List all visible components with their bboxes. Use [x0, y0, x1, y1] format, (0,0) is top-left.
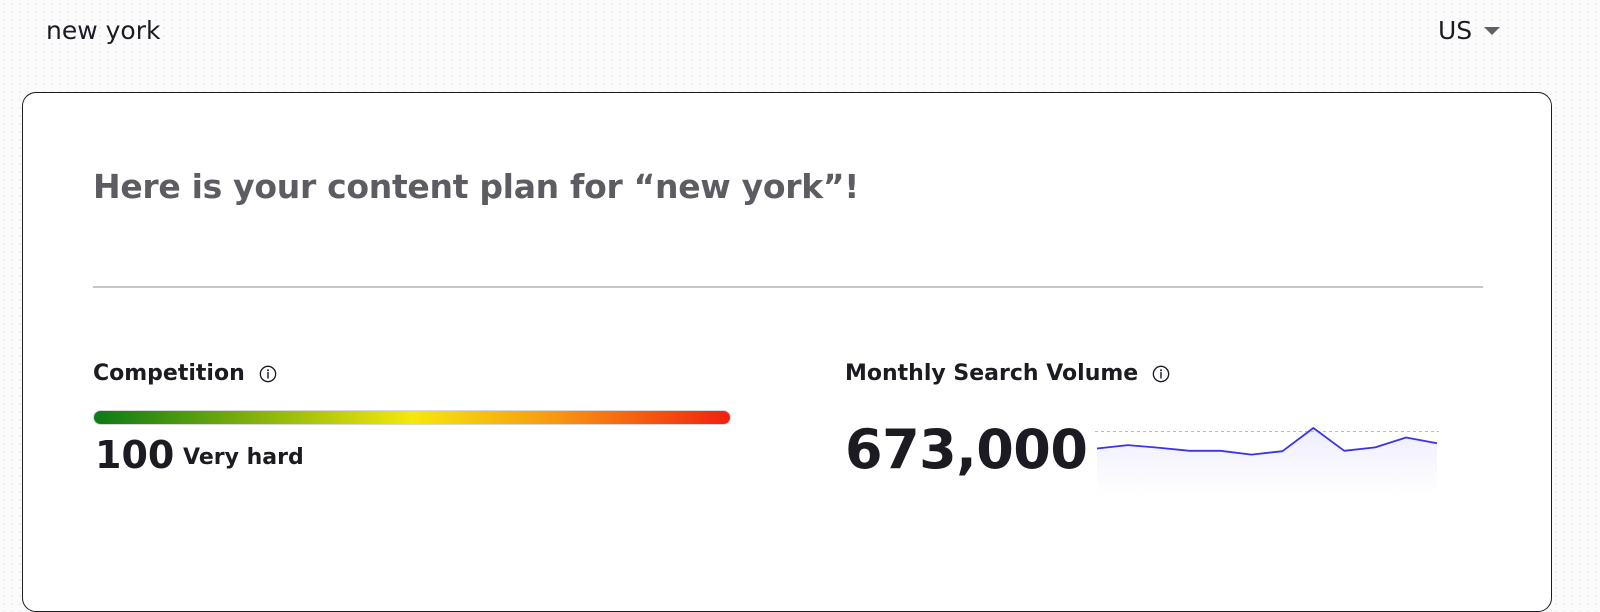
country-select[interactable]: US	[1438, 12, 1501, 48]
country-select-label: US	[1438, 15, 1473, 45]
competition-gradient-bar	[93, 410, 731, 425]
search-bar: US	[0, 0, 1600, 62]
content-plan-heading: Here is your content plan for “new york”…	[93, 167, 860, 206]
chevron-down-icon	[1484, 27, 1501, 35]
search-volume-trend-sparkline	[1095, 427, 1439, 495]
info-icon[interactable]	[1152, 365, 1170, 383]
monthly-search-volume-label: Monthly Search Volume	[845, 361, 1170, 386]
divider	[93, 286, 1483, 288]
competition-score: 100	[95, 433, 175, 477]
info-icon[interactable]	[259, 365, 277, 383]
keyword-search-input[interactable]	[46, 13, 1346, 47]
monthly-search-volume-label-text: Monthly Search Volume	[845, 361, 1139, 386]
competition-label-text: Competition	[93, 361, 245, 386]
monthly-search-volume-value: 673,000	[845, 418, 1088, 481]
competition-level: Very hard	[183, 445, 304, 470]
content-plan-card: Here is your content plan for “new york”…	[22, 92, 1552, 612]
trend-area	[1097, 428, 1437, 495]
competition-label: Competition	[93, 361, 277, 386]
